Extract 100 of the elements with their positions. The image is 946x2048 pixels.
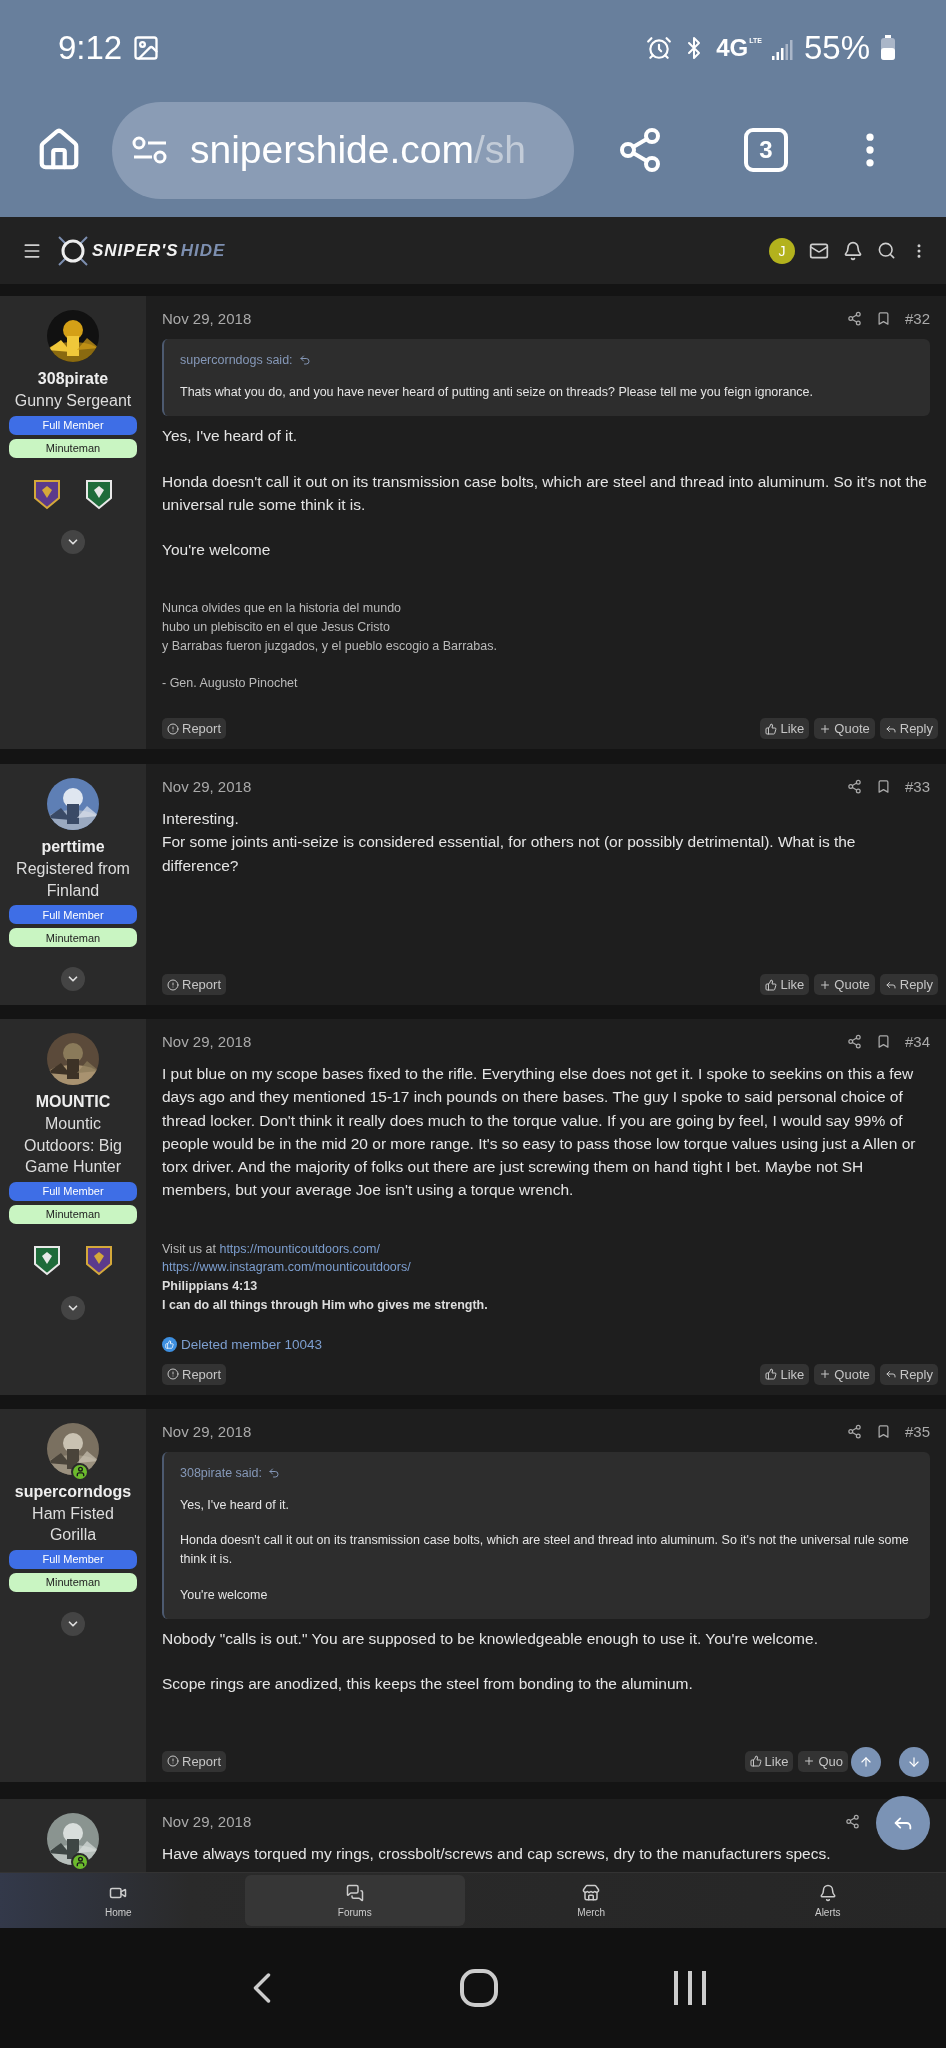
logo-text: HIDE [180,240,226,261]
return-arrow-icon [268,1466,280,1479]
share-icon[interactable] [846,1423,862,1439]
thumbs-up-icon [749,1755,762,1768]
share-icon[interactable] [846,1034,862,1050]
post-number[interactable]: #32 [904,310,930,327]
expand-button[interactable] [61,1295,85,1320]
search-icon[interactable] [877,241,896,260]
share-icon[interactable] [846,779,862,794]
chat-bubbles-icon [345,1883,364,1902]
bell-icon[interactable] [843,240,863,261]
alert-icon [167,722,179,735]
user-banner: Minuteman [9,928,137,948]
post-text: Interesting. [162,809,240,829]
quote-text: Thats what you do, and you have never heard of putting anti seize on threads? Please tell me you feign ignorance. [180,384,815,401]
reply-button[interactable]: Reply [879,1363,938,1385]
plus-icon [819,978,832,991]
diamond-shield-icon [84,477,114,510]
expand-button[interactable] [61,967,85,992]
site-logo[interactable]: SNIPER'SHIDE [56,233,226,268]
bookmark-icon[interactable] [875,1034,891,1050]
username[interactable]: supercorndogs [14,1482,132,1501]
post-text: Nobody "calls is out." You are supposed to be knowledgeable enough to use it. You're welcome. [162,1629,819,1650]
logo-text: SNIPER'S [92,240,179,261]
bookmark-icon[interactable] [875,779,891,794]
expand-button[interactable] [61,529,85,554]
like-button[interactable]: Like [760,1363,810,1385]
bell-icon [818,1883,837,1902]
user-banner: Full Member [9,905,137,925]
signature-link[interactable]: https://www.instagram.com/mounticoutdoors/ [162,1260,411,1275]
like-button[interactable]: Like [760,974,810,996]
home-button[interactable] [459,1968,499,2008]
report-button[interactable]: Report [162,1750,227,1772]
post-date: Nov 29, 2018 [162,310,252,327]
alert-icon [167,1368,179,1381]
quote-author[interactable]: 308pirate said: [180,1465,914,1480]
user-banner: Minuteman [9,438,137,458]
user-banner: Minuteman [9,1204,137,1224]
signature-text: I can do all things through Him who gives me strength. [162,1297,488,1312]
battery-percent: 55% [803,28,870,67]
expand-button[interactable] [61,1611,85,1636]
signature-text: Visit us at [162,1241,217,1256]
post-text: Honda doesn't call it out on its transmission case bolts, which are steel and thread into aluminum. So it's not the universal rule some think it is. [162,471,928,515]
username[interactable]: MOUNTIC [35,1093,111,1112]
like-button[interactable]: Like [744,1750,794,1772]
signature-text: - Gen. Augusto Pinochet [162,675,298,690]
like-button[interactable]: Like [760,718,810,739]
reaction-link[interactable]: Deleted member 10043 [181,1336,323,1352]
share-icon[interactable] [845,1813,860,1829]
post-text: I put blue on my scope bases fixed to the rifle. Everything else does not get it. I spoke to seekins on this a few days ago and they mentioned 15-17 inch pounds on there bases. The guy I spoke to said personal choice of thread locker. Don't think it really does much to the torque value. If you are going by feel, I would say 99% of people would be in the mid 20 or more range. It's so easy to pass those low torque values using just a Allen or torx driver. And the majority of folks out there are just screwing them on hand tight I bet. Maybe not SH members, but your average Joe isn't using a torque wrench. [162,1064,917,1201]
post-number[interactable]: #34 [904,1033,930,1051]
user-title: Registered from Finland [15,859,131,901]
quote-text: You're welcome [180,1586,269,1604]
thumbs-up-icon [765,722,778,735]
quote-button[interactable]: Quote [814,1363,875,1385]
quote-button[interactable]: Quo [798,1750,848,1772]
clock: 9:12 [58,28,123,67]
post-text: Have always torqued my rings, crossbolt/screws and cap screws, dry to the manufacturers specs. [162,1843,832,1864]
nav-tab[interactable]: Forums [244,1875,465,1926]
user-banner: Minuteman [9,1572,137,1592]
battery-icon [880,34,896,61]
username[interactable]: perttime [41,838,105,856]
report-button[interactable]: Report [162,718,227,739]
post-text: Scope rings are anodized, this keeps the steel from bonding to the aluminum. [162,1674,694,1695]
reply-button[interactable]: Reply [879,718,938,739]
tab-switcher[interactable]: 3 [744,128,788,172]
storefront-icon [582,1883,601,1902]
report-button[interactable]: Report [162,974,227,996]
nav-tab[interactable]: Home [8,1875,229,1926]
nav-tab[interactable]: Merch [481,1875,702,1926]
quote-button[interactable]: Quote [814,974,875,996]
post-text: For some joints anti-seize is considered essential, for others not (or possibly detrimental). What is the difference? [162,832,857,876]
reply-button[interactable]: Reply [879,974,938,996]
post-number[interactable]: #35 [904,1422,930,1440]
plus-icon [819,722,832,735]
return-arrow-icon [298,354,311,366]
bookmark-icon[interactable] [875,1423,891,1439]
quote-text: Yes, I've heard of it. [180,1496,290,1514]
signature-text: Nunca olvides que en la historia del mundo [162,601,402,616]
shield-icon [84,1243,114,1276]
shield-icon [32,477,62,510]
plus-icon [819,1368,832,1381]
signature-text: hubo un plebiscito en el que Jesus Cristo [162,620,390,635]
signature-link[interactable]: https://mounticoutdoors.com/ [219,1241,380,1256]
report-button[interactable]: Report [162,1363,227,1385]
user-title: Gunny Sergeant [14,391,132,411]
quote-author[interactable]: supercorndogs said: [180,353,914,367]
post-number[interactable]: #33 [904,778,930,795]
user-banner: Full Member [9,1549,137,1569]
alert-icon [167,978,179,991]
post-text: You're welcome [162,540,272,561]
user-title: Mountic Outdoors: Big Game Hunter [23,1114,123,1178]
post-text: Yes, I've heard of it. [162,426,299,447]
share-icon[interactable] [846,311,862,326]
signature-text: Philippians 4:13 [162,1279,258,1294]
quote-button[interactable]: Quote [814,718,875,739]
bookmark-icon[interactable] [875,311,891,326]
nav-tab[interactable]: Alerts [717,1875,938,1926]
username[interactable]: 308pirate [37,370,109,388]
person-icon [74,1466,86,1478]
